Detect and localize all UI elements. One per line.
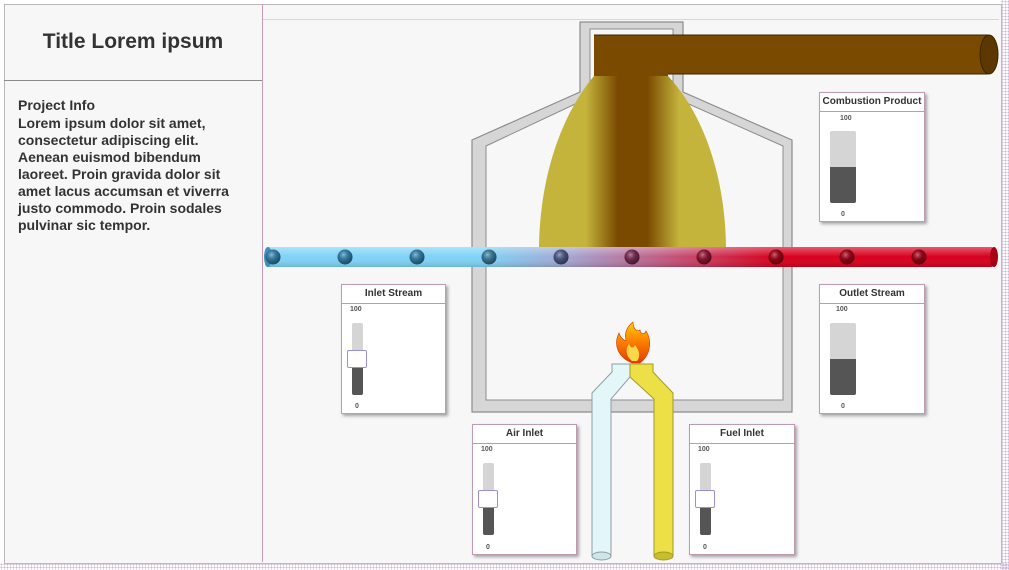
combustion-product-gauge: Combustion Product 100 0 (819, 92, 925, 222)
outlet-stream-fill (830, 359, 856, 395)
inlet-stream-gauge: Inlet Stream 100 0 (341, 284, 446, 414)
gauge-min-label: 0 (841, 211, 845, 218)
inlet-stream-slider-knob[interactable] (347, 350, 367, 368)
gauge-min-label: 0 (486, 544, 490, 551)
outlet-stream-title: Outlet Stream (820, 285, 924, 304)
air-inlet-slider-knob[interactable] (478, 490, 498, 508)
gauge-min-label: 0 (355, 403, 359, 410)
gauge-max-label: 100 (698, 446, 710, 453)
gauge-max-label: 100 (481, 446, 493, 453)
gauge-max-label: 100 (840, 115, 852, 122)
air-inlet-title: Air Inlet (473, 425, 576, 444)
outlet-stream-bar (830, 323, 856, 395)
exhaust-duct-end (979, 34, 999, 75)
gauge-max-label: 100 (350, 306, 362, 313)
fuel-inlet-title: Fuel Inlet (690, 425, 794, 444)
outlet-stream-gauge: Outlet Stream 100 0 (819, 284, 925, 414)
gauge-min-label: 0 (703, 544, 707, 551)
fuel-inlet-gauge: Fuel Inlet 100 0 (689, 424, 795, 555)
gauge-min-label: 0 (841, 403, 845, 410)
combustion-product-fill (830, 167, 856, 203)
air-inlet-gauge: Air Inlet 100 0 (472, 424, 577, 555)
combustion-product-title: Combustion Product (820, 93, 924, 112)
fuel-inlet-slider-knob[interactable] (695, 490, 715, 508)
gauge-max-label: 100 (836, 306, 848, 313)
combustion-product-bar (830, 131, 856, 203)
inlet-stream-title: Inlet Stream (342, 285, 445, 304)
